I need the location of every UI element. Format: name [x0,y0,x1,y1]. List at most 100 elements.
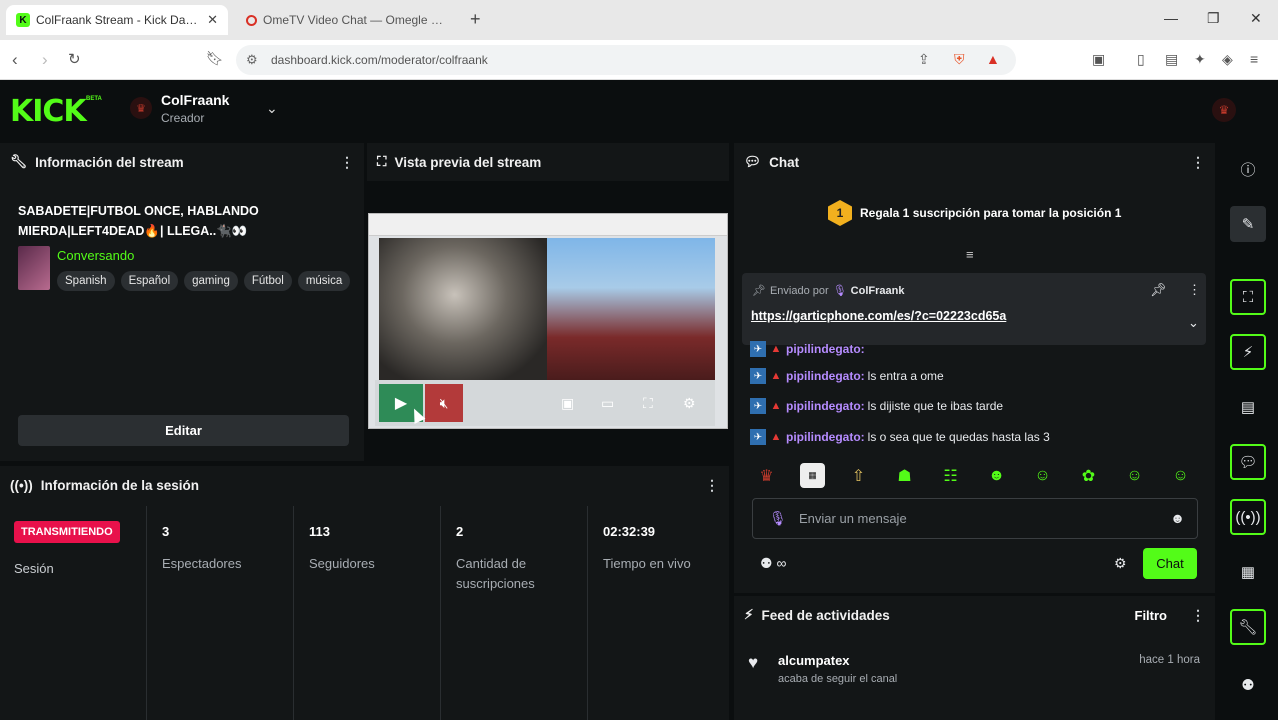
info-icon[interactable]: ⓘ [1230,151,1266,187]
fullscreen-icon[interactable]: ⛶ [643,395,653,412]
reload-icon[interactable]: ↻ [68,50,81,68]
user-avatar[interactable]: ♛ [1212,98,1236,122]
wrench-toggle-icon[interactable]: 🔧︎ [1230,609,1266,645]
chat-panel: 💬︎ Chat ⋮ 1 Regala 1 suscripción para to… [734,143,1215,593]
rewards-icon[interactable]: ▲ [986,51,1000,67]
new-tab-icon[interactable]: + [470,9,481,30]
brave-shield-icon[interactable]: ⛨ [954,51,965,68]
chat-username[interactable]: pipilindegato: [786,369,865,383]
grin-emote-icon[interactable]: ☷ [938,463,963,488]
clown-emote-icon[interactable]: ☻ [984,463,1009,488]
points-icon: ⚉ [760,555,773,571]
leo-icon[interactable]: ✦ [1194,51,1206,68]
smile-emote-icon[interactable]: ☺ [1030,463,1055,488]
channel-points[interactable]: ⚉ ∞ [760,555,786,572]
forward-icon[interactable]: › [42,50,48,70]
chat-settings-icon[interactable]: ⚙︎ [1114,555,1127,572]
send-chat-button[interactable]: Chat [1143,548,1197,579]
theater-icon[interactable]: ▭ [601,395,614,412]
chevron-down-icon[interactable]: ⌄ [1188,315,1199,331]
edit-button[interactable]: Editar [18,415,349,446]
emote-bar: ♛ ▦ ⇧ ☗ ☷ ☻ ☺ ✿ ☺ ☺ [754,463,1193,488]
happy-emote-icon[interactable]: ☺ [1122,463,1147,488]
kebab-menu-icon[interactable]: ⋮ [340,154,354,171]
sub-goal-banner[interactable]: 1 Regala 1 suscripción para tomar la pos… [828,200,1121,226]
tag: Español [120,271,179,291]
tab-kick-dashboard[interactable]: K ColFraank Stream - Kick Dashbo ✕ [6,5,228,35]
preview-toggle-icon[interactable]: ⛶ [1230,279,1266,315]
close-tab-icon[interactable]: ✕ [207,12,218,28]
chat-toggle-icon[interactable]: 💬︎ [1230,444,1266,480]
panel-title: Feed de actividades [761,607,890,623]
chat-username[interactable]: pipilindegato: [786,399,865,413]
wink-emote-icon[interactable]: ✿ [1076,463,1101,488]
preview-icon: ⛶ [377,154,387,169]
channel-avatar: ♛ [130,97,152,119]
tab-title: ColFraank Stream - Kick Dashbo [36,13,202,27]
close-window-icon[interactable]: ✕ [1250,10,1262,27]
panel-title: Información del stream [35,154,184,170]
feed-time: hace 1 hora [1139,654,1200,666]
right-tool-rail: ⓘ ✎ ⛶ ⚡︎ ▤ 💬︎ ((•)) ▦ 🔧︎ ⚉ [1218,143,1278,720]
laugh-emote-icon[interactable]: ☺ [1168,463,1193,488]
minimize-icon[interactable]: — [1164,10,1178,26]
settings-icon[interactable]: ⚙︎ [683,395,696,412]
url-field[interactable]: ⚙︎ dashboard.kick.com/moderator/colfraan… [236,45,1016,75]
broadcast-toggle-icon[interactable]: ((•)) [1230,499,1266,535]
verified-badge-icon: ✈ [750,341,766,357]
ghost-emote-icon[interactable]: ☗ [892,463,917,488]
menu-icon[interactable]: ≡ [1250,51,1258,67]
stream-category[interactable]: Conversando [57,248,134,263]
lightning-toggle-icon[interactable]: ⚡︎ [1230,334,1266,370]
verified-badge-icon: ✈ [750,368,766,384]
chevron-down-icon[interactable]: ⌄ [266,100,278,117]
restore-icon[interactable]: ❐ [1207,10,1220,27]
live-status-badge: TRANSMITIENDO [14,521,120,543]
chat-username[interactable]: pipilindegato: [786,342,865,356]
pinned-by-user[interactable]: ColFraank [851,285,905,297]
sidebar-icon[interactable]: ▯ [1137,51,1145,68]
kick-logo[interactable]: KICK [10,94,87,129]
tab-ometv[interactable]: OmeTV Video Chat — Omegle Rando [236,5,458,35]
notes-icon[interactable]: ▤ [1230,389,1266,425]
bookmark-icon[interactable]: 🔖︎ [206,50,224,67]
tag: Fútbol [243,271,292,291]
founder-badge-icon: ▲ [770,431,782,443]
reader-icon[interactable]: ▣ [1092,51,1105,68]
chat-username[interactable]: pipilindegato: [786,430,865,444]
channel-name: ColFraank [161,92,230,108]
pin-icon: 📌︎ [752,285,766,297]
pinned-link[interactable]: https://garticphone.com/es/?c=02223cd65a [751,309,1006,323]
site-settings-icon[interactable]: ⚙︎ [246,52,258,68]
kebab-menu-icon[interactable]: ⋮ [1191,154,1205,171]
tag: música [297,271,351,291]
feed-username[interactable]: alcumpatex [778,653,850,668]
kebab-menu-icon[interactable]: ⋮ [705,477,719,494]
pencil-icon[interactable]: ✎ [1230,206,1266,242]
back-icon[interactable]: ‹ [12,50,18,70]
filter-button[interactable]: Filtro [1135,608,1168,623]
stat-value: 113 [309,524,330,539]
points-value: ∞ [776,555,787,571]
tag: Spanish [57,271,115,291]
vpn-icon[interactable]: ◈ [1222,51,1233,68]
wallet-icon[interactable]: ▤ [1165,51,1178,68]
category-thumbnail [18,246,50,290]
unpin-icon[interactable]: 📌︎ [1150,282,1167,298]
preview-webcam-feed [547,238,715,380]
calendar-emote-icon[interactable]: ▦ [800,463,825,488]
kebab-menu-icon[interactable]: ⋮ [1188,282,1201,298]
points-icon[interactable]: ⚉ [1230,667,1266,703]
share-icon[interactable]: ⇪ [918,51,930,68]
emoji-picker-icon[interactable]: ☻ [1170,510,1185,526]
torch-emote-icon[interactable]: ⇧ [846,463,871,488]
chat-message-input[interactable]: 🎙︎ Enviar un mensaje ☻ [752,498,1198,539]
broadcast-icon: ((•)) [10,477,33,493]
crown-emote-icon[interactable]: ♛ [754,463,779,488]
stream-preview-video[interactable]: ▶ 🔇︎ ▣ ▭ ⛶ ⚙︎ [368,213,728,429]
layout-icon[interactable]: ▦ [1230,554,1266,590]
kebab-menu-icon[interactable]: ⋮ [1191,607,1205,624]
mute-icon[interactable]: 🔇︎ [425,384,463,422]
pip-icon[interactable]: ▣ [561,395,574,412]
stack-icon[interactable]: ≡ [966,247,974,262]
